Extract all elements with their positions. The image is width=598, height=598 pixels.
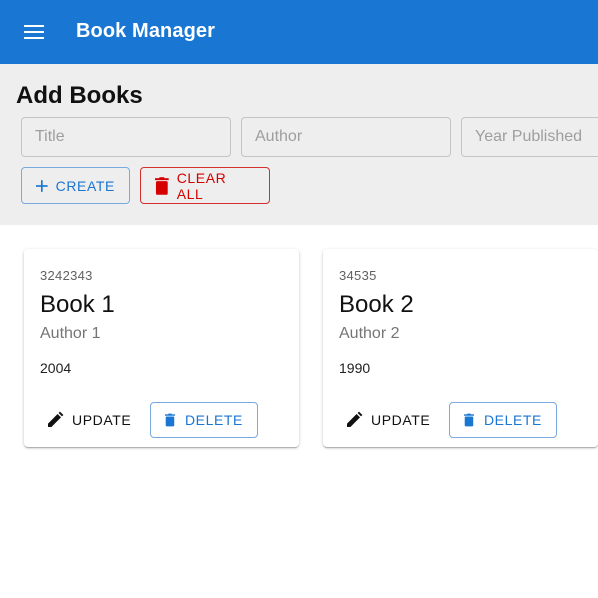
author-input[interactable] <box>241 117 451 157</box>
pencil-icon <box>48 411 64 427</box>
menu-button[interactable] <box>16 14 52 50</box>
delete-label: DELETE <box>184 412 243 428</box>
clear-all-label: CLEAR ALL <box>176 169 227 202</box>
year-published-input[interactable] <box>461 117 598 157</box>
update-button[interactable]: UPDATE <box>337 402 438 438</box>
plus-icon <box>36 179 48 192</box>
clear-all-button[interactable]: CLEAR ALL <box>140 167 270 204</box>
trash-icon <box>155 176 169 195</box>
update-label: UPDATE <box>72 412 132 428</box>
create-button[interactable]: CREATE <box>21 167 130 204</box>
delete-button[interactable]: DELETE <box>449 402 557 438</box>
update-button[interactable]: UPDATE <box>38 402 139 438</box>
book-year: 1990 <box>339 360 371 376</box>
trash-icon <box>165 413 175 427</box>
trash-icon <box>464 413 474 427</box>
book-card: 34535 Book 2 Author 2 1990 UPDATE DELETE <box>323 249 598 447</box>
section-title: Add Books <box>16 82 143 109</box>
create-label: CREATE <box>55 177 115 194</box>
delete-label: DELETE <box>483 412 542 428</box>
pencil-icon <box>347 411 363 427</box>
book-title: Book 1 <box>40 291 115 318</box>
book-title: Book 2 <box>339 291 414 318</box>
update-label: UPDATE <box>371 412 431 428</box>
book-year: 2004 <box>40 360 72 376</box>
add-books-section: Add Books CREATE CLEAR ALL <box>0 64 598 225</box>
title-input[interactable] <box>21 117 231 157</box>
book-author: Author 2 <box>339 325 400 342</box>
book-id: 3242343 <box>40 268 93 283</box>
app-bar: Book Manager <box>0 0 598 64</box>
delete-button[interactable]: DELETE <box>150 402 258 438</box>
book-card: 3242343 Book 1 Author 1 2004 UPDATE DELE… <box>24 249 299 447</box>
menu-icon <box>24 25 44 39</box>
book-id: 34535 <box>339 268 377 283</box>
book-author: Author 1 <box>40 325 101 342</box>
app-title: Book Manager <box>76 20 216 42</box>
